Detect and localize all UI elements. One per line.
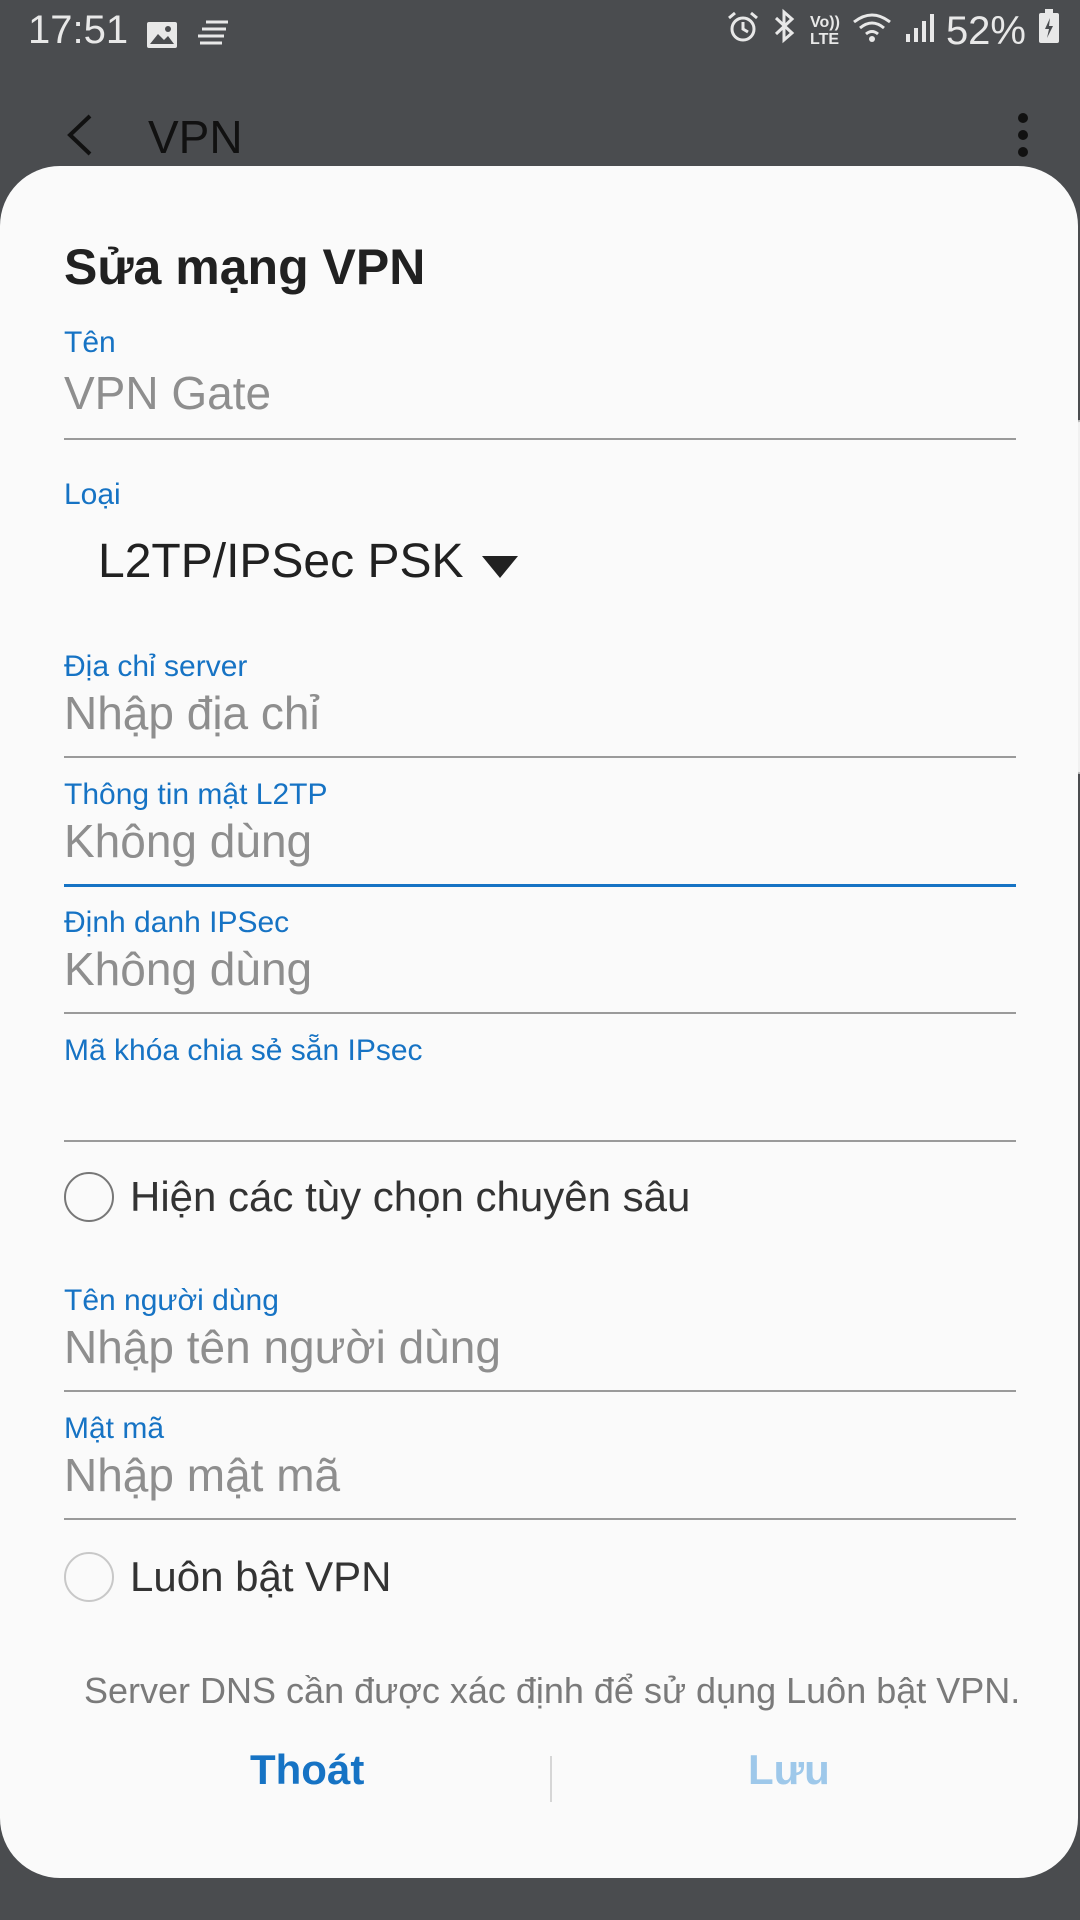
dns-note: Server DNS cần được xác định để sử dụng … xyxy=(84,1670,1021,1711)
cancel-button[interactable]: Thoát xyxy=(250,1746,364,1794)
ipsec-identifier-field[interactable]: Định danh IPSec Không dùng xyxy=(64,906,1016,1026)
bluetooth-icon xyxy=(772,8,798,54)
server-address-input[interactable]: Nhập địa chỉ xyxy=(64,686,320,740)
status-right: Vo)) LTE 52% xyxy=(726,8,1060,54)
status-time: 17:51 xyxy=(28,8,129,52)
l2tp-secret-label: Thông tin mật L2TP xyxy=(64,778,328,811)
edit-vpn-dialog: Sửa mạng VPN Tên VPN Gate Loại L2TP/IPSe… xyxy=(0,166,1078,1878)
name-field[interactable]: Tên VPN Gate xyxy=(64,326,1016,446)
name-value: VPN Gate xyxy=(64,367,272,419)
alarm-icon xyxy=(726,9,760,54)
type-dropdown[interactable]: L2TP/IPSec PSK xyxy=(98,534,464,589)
image-icon xyxy=(146,14,178,59)
dropdown-arrow-icon[interactable] xyxy=(482,556,518,578)
dialog-title: Sửa mạng VPN xyxy=(64,239,426,295)
server-address-underline xyxy=(64,756,1016,758)
notification-icon xyxy=(196,14,230,59)
type-label: Loại xyxy=(64,478,121,511)
volte-icon: Vo)) LTE xyxy=(810,14,840,48)
volte-bottom-text: LTE xyxy=(810,31,840,48)
username-label: Tên người dùng xyxy=(64,1284,279,1317)
always-on-vpn-checkbox[interactable] xyxy=(64,1552,114,1602)
ipsec-identifier-underline xyxy=(64,1012,1016,1014)
name-underline xyxy=(64,438,1016,440)
more-options-icon[interactable] xyxy=(1016,112,1030,163)
ipsec-identifier-label: Định danh IPSec xyxy=(64,906,290,939)
screen: 17:51 Vo)) LTE 52% VPN Sửa mạng VPN Tên … xyxy=(0,0,1080,1920)
ipsec-psk-label: Mã khóa chia sẻ sẵn IPsec xyxy=(64,1034,423,1067)
button-divider xyxy=(550,1756,552,1802)
battery-icon xyxy=(1038,8,1060,54)
always-on-vpn-row[interactable]: Luôn bật VPN xyxy=(64,1552,392,1602)
back-arrow-icon[interactable] xyxy=(60,112,100,163)
server-address-label: Địa chỉ server xyxy=(64,650,248,683)
app-title: VPN xyxy=(148,111,243,163)
l2tp-secret-underline xyxy=(64,884,1016,887)
ipsec-psk-underline xyxy=(64,1140,1016,1142)
l2tp-secret-field[interactable]: Thông tin mật L2TP Không dùng xyxy=(64,778,1016,898)
l2tp-secret-input[interactable]: Không dùng xyxy=(64,814,312,868)
password-input[interactable]: Nhập mật mã xyxy=(64,1448,340,1502)
always-on-vpn-label: Luôn bật VPN xyxy=(130,1553,392,1600)
ipsec-identifier-input[interactable]: Không dùng xyxy=(64,942,312,996)
password-underline xyxy=(64,1518,1016,1520)
volte-top-text: Vo)) xyxy=(810,14,840,31)
signal-icon xyxy=(904,9,934,54)
password-field[interactable]: Mật mã Nhập mật mã xyxy=(64,1412,1016,1532)
type-field: Loại xyxy=(64,478,1016,518)
wifi-icon xyxy=(852,9,892,54)
name-label: Tên xyxy=(64,326,116,359)
username-field[interactable]: Tên người dùng Nhập tên người dùng xyxy=(64,1284,1016,1404)
advanced-options-checkbox[interactable] xyxy=(64,1172,114,1222)
server-address-field[interactable]: Địa chỉ server Nhập địa chỉ xyxy=(64,650,1016,770)
advanced-options-row[interactable]: Hiện các tùy chọn chuyên sâu xyxy=(64,1172,690,1222)
save-button[interactable]: Lưu xyxy=(748,1746,830,1794)
battery-percent: 52% xyxy=(945,8,1026,53)
advanced-options-label: Hiện các tùy chọn chuyên sâu xyxy=(130,1173,691,1220)
status-bar: 17:51 Vo)) LTE 52% xyxy=(0,0,1080,64)
username-underline xyxy=(64,1390,1016,1392)
username-input[interactable]: Nhập tên người dùng xyxy=(64,1320,501,1374)
password-label: Mật mã xyxy=(64,1412,165,1445)
ipsec-psk-field[interactable]: Mã khóa chia sẻ sẵn IPsec xyxy=(64,1034,1016,1154)
